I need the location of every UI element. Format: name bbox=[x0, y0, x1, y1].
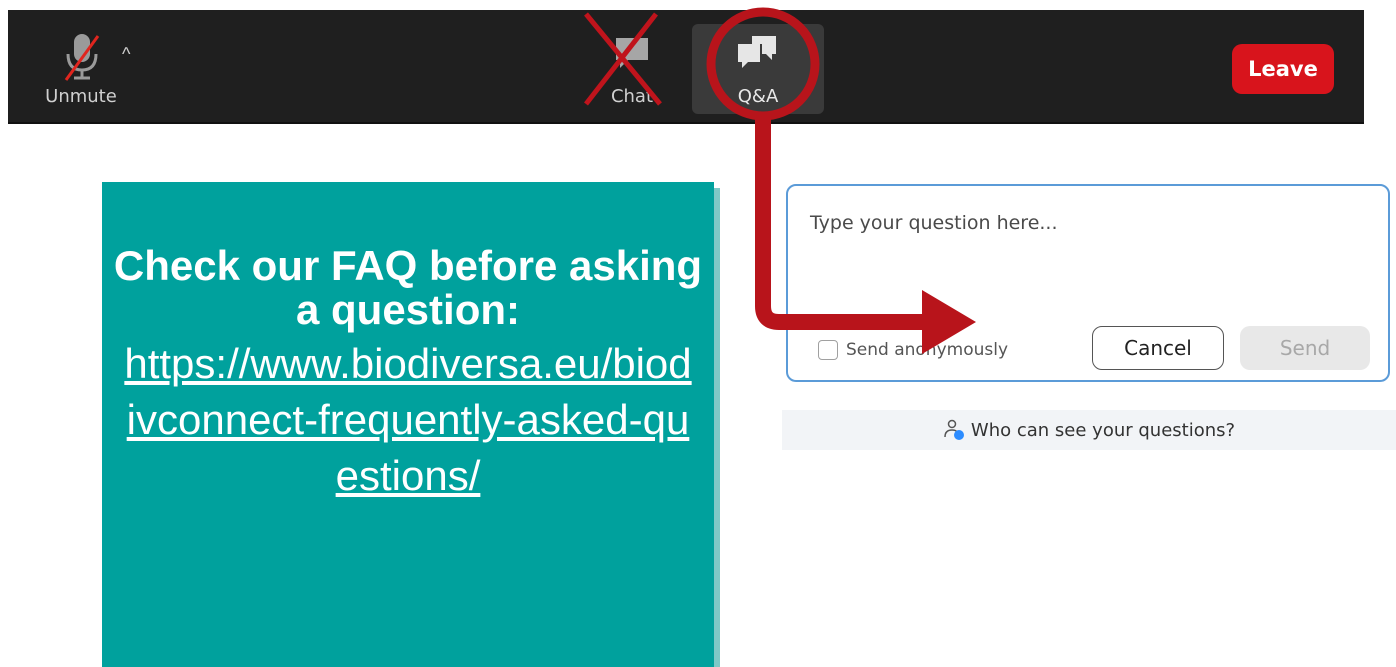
chat-label: Chat bbox=[610, 86, 654, 107]
who-label: Who can see your questions? bbox=[970, 419, 1236, 441]
faq-link[interactable]: https://www.biodiversa.eu/biodivconnect-… bbox=[102, 336, 714, 504]
qa-button[interactable]: Q&A bbox=[692, 24, 824, 114]
question-input[interactable]: Type your question here... bbox=[810, 212, 1058, 234]
caret-up-icon[interactable]: ^ bbox=[122, 44, 130, 65]
anonymous-label: Send anonymously bbox=[846, 340, 1009, 360]
meeting-toolbar: Unmute ^ Chat Q&A Leave bbox=[8, 10, 1364, 122]
faq-heading: Check our FAQ before asking a question: bbox=[113, 242, 703, 333]
send-anonymously-option[interactable]: Send anonymously bbox=[818, 340, 1008, 360]
person-icon bbox=[944, 419, 964, 440]
leave-button[interactable]: Leave bbox=[1232, 44, 1334, 94]
chat-icon bbox=[616, 38, 648, 68]
unmute-label: Unmute bbox=[45, 86, 117, 107]
microphone-muted-icon bbox=[64, 34, 100, 81]
faq-notice: Check our FAQ before asking a question: … bbox=[102, 182, 714, 667]
chat-button[interactable]: Chat bbox=[582, 24, 682, 114]
question-panel: Type your question here... Send anonymou… bbox=[786, 184, 1390, 382]
qa-label: Q&A bbox=[737, 86, 779, 107]
cancel-button[interactable]: Cancel bbox=[1092, 326, 1224, 370]
qa-icon bbox=[738, 36, 776, 68]
unmute-button[interactable]: Unmute bbox=[36, 24, 126, 114]
anonymous-checkbox[interactable] bbox=[818, 340, 838, 360]
send-button[interactable]: Send bbox=[1240, 326, 1370, 370]
who-can-see-link[interactable]: Who can see your questions? bbox=[782, 410, 1396, 450]
